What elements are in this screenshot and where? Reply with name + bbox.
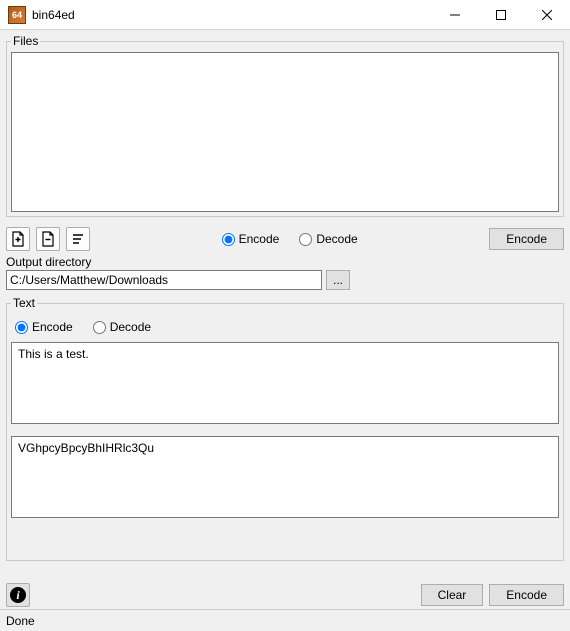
file-decode-radio-input[interactable] — [299, 233, 312, 246]
files-legend: Files — [11, 34, 40, 48]
close-button[interactable] — [524, 0, 570, 30]
output-directory-row: Output directory ... — [6, 255, 564, 290]
text-decode-radio[interactable]: Decode — [93, 320, 151, 334]
minimize-icon — [450, 10, 460, 20]
file-mode-radio-group: Encode Decode — [222, 232, 358, 246]
bottom-bar: i Clear Encode — [6, 583, 564, 607]
file-encode-radio-input[interactable] — [222, 233, 235, 246]
files-fieldset: Files — [6, 34, 564, 217]
text-mode-radio-group: Encode Decode — [15, 320, 555, 334]
output-directory-label: Output directory — [6, 255, 564, 269]
file-encode-radio[interactable]: Encode — [222, 232, 280, 246]
text-fieldset: Text Encode Decode — [6, 296, 564, 561]
file-remove-icon — [40, 231, 56, 247]
minimize-button[interactable] — [432, 0, 478, 30]
app-icon: 64 — [8, 6, 26, 24]
text-legend: Text — [11, 296, 37, 310]
file-decode-radio[interactable]: Decode — [299, 232, 357, 246]
file-encode-radio-label: Encode — [239, 232, 280, 246]
output-directory-input[interactable] — [6, 270, 322, 290]
file-encode-button[interactable]: Encode — [489, 228, 564, 250]
text-decode-radio-label: Decode — [110, 320, 151, 334]
text-output-textarea[interactable] — [11, 436, 559, 518]
window-title: bin64ed — [32, 8, 432, 22]
text-encode-radio-input[interactable] — [15, 321, 28, 334]
clear-list-icon — [70, 231, 86, 247]
text-encode-radio[interactable]: Encode — [15, 320, 73, 334]
text-input-textarea[interactable] — [11, 342, 559, 424]
titlebar: 64 bin64ed — [0, 0, 570, 30]
close-icon — [542, 10, 552, 20]
file-decode-radio-label: Decode — [316, 232, 357, 246]
add-file-button[interactable] — [6, 227, 30, 251]
text-encode-radio-label: Encode — [32, 320, 73, 334]
text-decode-radio-input[interactable] — [93, 321, 106, 334]
status-text: Done — [6, 614, 35, 628]
file-add-icon — [10, 231, 26, 247]
clear-files-button[interactable] — [66, 227, 90, 251]
main-content: Files Encode Decode Encode Output dir — [0, 30, 570, 609]
files-listbox[interactable] — [11, 52, 559, 212]
about-button[interactable]: i — [6, 583, 30, 607]
text-encode-button[interactable]: Encode — [489, 584, 564, 606]
browse-directory-button[interactable]: ... — [326, 270, 350, 290]
maximize-icon — [496, 10, 506, 20]
file-controls-row: Encode Decode Encode — [6, 227, 564, 251]
statusbar: Done — [0, 609, 570, 631]
clear-text-button[interactable]: Clear — [421, 584, 484, 606]
info-icon: i — [10, 587, 26, 603]
maximize-button[interactable] — [478, 0, 524, 30]
remove-file-button[interactable] — [36, 227, 60, 251]
